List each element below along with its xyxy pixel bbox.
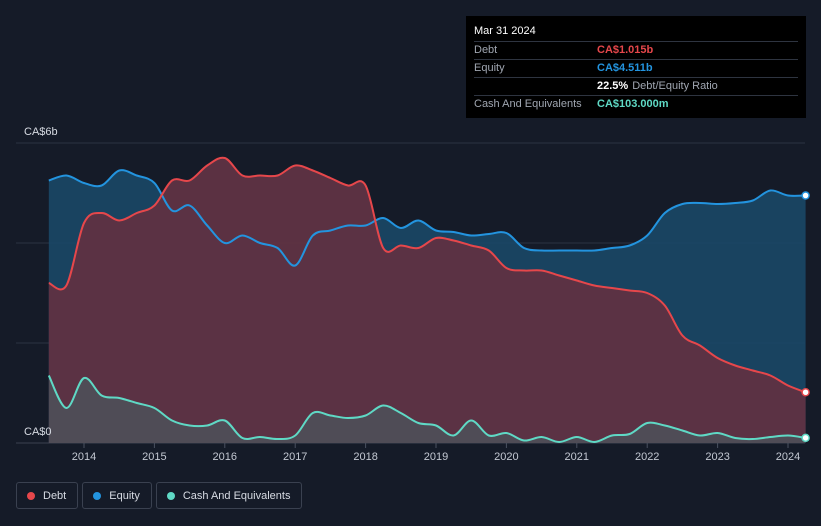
series-areas — [48, 157, 806, 443]
x-tick-label: 2023 — [705, 451, 729, 463]
tooltip-label: Cash And Equivalents — [474, 98, 582, 110]
legend-dot-icon — [93, 491, 102, 500]
x-tick-label: 2021 — [565, 451, 589, 463]
y-label-top: CA$6b — [24, 126, 58, 138]
y-label-bottom: CA$0 — [24, 426, 52, 438]
tooltip-date: Mar 31 2024 — [474, 25, 536, 37]
tooltip-label: Debt — [474, 44, 498, 56]
x-tick-label: 2024 — [776, 451, 800, 463]
tooltip-label — [474, 78, 597, 95]
tooltip-value: 22.5% — [597, 80, 629, 92]
x-tick-label: 2017 — [283, 451, 307, 463]
legend-item-equity[interactable]: Equity — [82, 482, 152, 509]
tooltip-row-equity: Equity CA$4.511b — [474, 59, 798, 77]
tooltip-extra: Debt/Equity Ratio — [632, 80, 718, 92]
tooltip-value: CA$1.015b — [597, 44, 654, 56]
legend-label: Cash And Equivalents — [182, 489, 291, 502]
x-tick-label: 2020 — [494, 451, 518, 463]
tooltip-value: CA$103.000m — [597, 98, 669, 110]
x-tick-label: 2014 — [72, 451, 96, 463]
tooltip-value: CA$4.511b — [597, 62, 653, 74]
tooltip-row-debt: Debt CA$1.015b — [474, 41, 798, 59]
x-tick-label: 2015 — [142, 451, 166, 463]
legend-dot-icon — [166, 491, 175, 500]
x-axis-ticks: 2014 2015 2016 2017 2018 2019 2020 2021 2022 2023… — [72, 443, 800, 463]
legend-label: Equity — [109, 489, 140, 502]
legend-label: Debt — [43, 489, 67, 502]
tooltip-row-cash: Cash And Equivalents CA$103.000m — [474, 95, 798, 113]
end-marker-debt — [801, 388, 810, 397]
legend-dot-icon — [27, 491, 35, 500]
end-marker-cash-and-equivalents — [801, 433, 810, 443]
x-tick-label: 2018 — [353, 451, 377, 463]
x-tick-label: 2019 — [424, 451, 448, 463]
end-marker-equity — [801, 191, 810, 200]
x-tick-label: 2022 — [635, 451, 659, 463]
legend-item-debt[interactable]: Debt — [16, 482, 79, 509]
tooltip-panel: Mar 31 2024 Debt CA$1.015b Equity CA$4.5… — [466, 16, 806, 118]
tooltip-row-ratio: 22.5% Debt/Equity Ratio — [474, 77, 798, 95]
tooltip-label: Equity — [474, 62, 505, 74]
x-tick-label: 2016 — [213, 451, 237, 463]
legend: Debt Equity Cash And Equivalents — [16, 482, 303, 509]
legend-item-cash[interactable]: Cash And Equivalents — [155, 482, 303, 509]
